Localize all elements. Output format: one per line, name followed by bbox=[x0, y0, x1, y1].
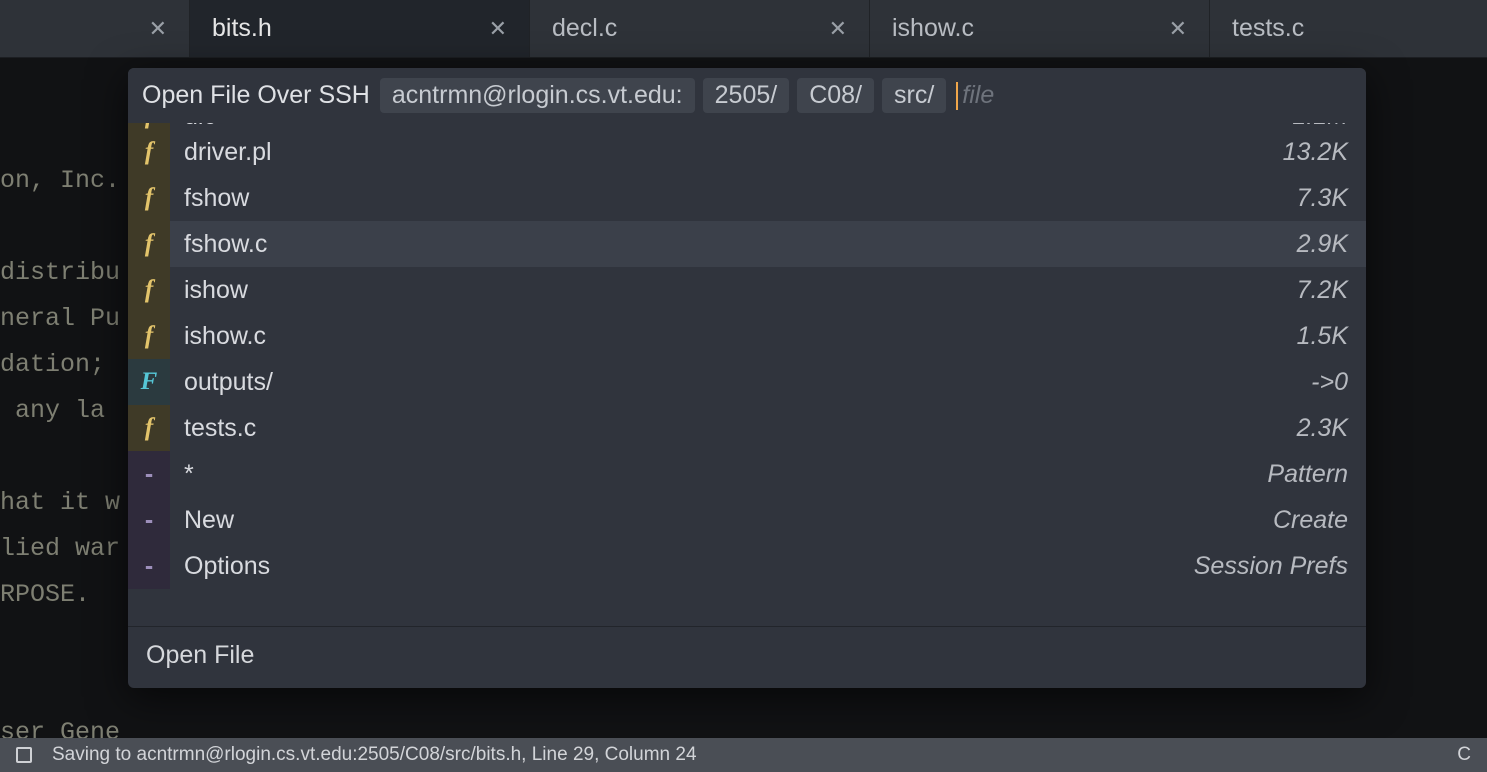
file-name: ishow.c bbox=[170, 322, 1297, 351]
file-kind-icon: - bbox=[128, 543, 170, 589]
file-meta: ->0 bbox=[1311, 368, 1366, 397]
file-name: New bbox=[170, 506, 1273, 535]
file-kind-icon: - bbox=[128, 497, 170, 543]
status-checkbox[interactable] bbox=[16, 747, 32, 763]
file-list-item[interactable]: fdlc1.1M bbox=[128, 123, 1366, 129]
tab[interactable]: decl.c ✕ bbox=[530, 0, 870, 57]
file-list-item[interactable]: -NewCreate bbox=[128, 497, 1366, 543]
file-name: Options bbox=[170, 552, 1194, 581]
close-icon[interactable]: ✕ bbox=[1169, 18, 1187, 40]
file-meta: 13.2K bbox=[1283, 138, 1366, 167]
file-kind-icon: f bbox=[128, 221, 170, 267]
file-name: * bbox=[170, 460, 1267, 489]
tab-label: ishow.c bbox=[892, 14, 974, 43]
file-list-item[interactable]: ftests.c2.3K bbox=[128, 405, 1366, 451]
tab-bar: ✕ bits.h ✕ decl.c ✕ ishow.c ✕ tests.c✕ bbox=[0, 0, 1487, 58]
tab-label: decl.c bbox=[552, 14, 617, 43]
file-meta: 1.1M bbox=[1292, 123, 1366, 131]
file-list-item[interactable]: ffshow.c2.9K bbox=[128, 221, 1366, 267]
breadcrumb-segment[interactable]: acntrmn@rlogin.cs.vt.edu: bbox=[380, 78, 695, 113]
file-kind-icon: f bbox=[128, 405, 170, 451]
tab-label: bits.h bbox=[212, 14, 272, 43]
file-name: outputs/ bbox=[170, 368, 1311, 397]
panel-title: Open File Over SSH bbox=[142, 81, 370, 110]
file-name: dlc bbox=[170, 123, 1292, 131]
text-caret bbox=[956, 82, 958, 110]
file-meta: 2.9K bbox=[1297, 230, 1366, 259]
file-meta: 7.2K bbox=[1297, 276, 1366, 305]
file-meta: 2.3K bbox=[1297, 414, 1366, 443]
status-message: Saving to acntrmn@rlogin.cs.vt.edu:2505/… bbox=[52, 744, 697, 766]
file-list-item[interactable]: fishow.c1.5K bbox=[128, 313, 1366, 359]
file-list-item[interactable]: ffshow7.3K bbox=[128, 175, 1366, 221]
file-kind-icon: f bbox=[128, 267, 170, 313]
filename-input[interactable]: file bbox=[956, 81, 1352, 110]
file-kind-icon: f bbox=[128, 175, 170, 221]
file-meta: Pattern bbox=[1267, 460, 1366, 489]
file-name: fshow bbox=[170, 184, 1297, 213]
file-kind-icon: F bbox=[128, 359, 170, 405]
tab[interactable]: ishow.c ✕ bbox=[870, 0, 1210, 57]
tab[interactable]: bits.h ✕ bbox=[190, 0, 530, 57]
file-kind-icon: f bbox=[128, 313, 170, 359]
tab[interactable]: ✕ bbox=[0, 0, 190, 57]
status-bar: Saving to acntrmn@rlogin.cs.vt.edu:2505/… bbox=[0, 738, 1487, 772]
file-meta: Create bbox=[1273, 506, 1366, 535]
file-name: tests.c bbox=[170, 414, 1297, 443]
panel-prompt: Open File Over SSH acntrmn@rlogin.cs.vt.… bbox=[128, 68, 1366, 123]
file-list-item[interactable]: -OptionsSession Prefs bbox=[128, 543, 1366, 589]
close-icon[interactable]: ✕ bbox=[149, 18, 167, 40]
tab-label: tests.c bbox=[1232, 14, 1304, 43]
breadcrumb-segment[interactable]: C08/ bbox=[797, 78, 874, 113]
close-icon[interactable]: ✕ bbox=[489, 18, 507, 40]
panel-footer: Open File bbox=[128, 626, 1366, 688]
close-icon[interactable]: ✕ bbox=[829, 18, 847, 40]
file-list-item[interactable]: -*Pattern bbox=[128, 451, 1366, 497]
file-list: fdlc1.1Mfdriver.pl13.2Kffshow7.3Kffshow.… bbox=[128, 123, 1366, 626]
file-meta: Session Prefs bbox=[1194, 552, 1366, 581]
file-meta: 7.3K bbox=[1297, 184, 1366, 213]
open-file-panel: Open File Over SSH acntrmn@rlogin.cs.vt.… bbox=[128, 68, 1366, 688]
file-name: fshow.c bbox=[170, 230, 1297, 259]
breadcrumb: acntrmn@rlogin.cs.vt.edu:2505/C08/src/ bbox=[380, 78, 946, 113]
file-name: ishow bbox=[170, 276, 1297, 305]
tab[interactable]: tests.c✕ bbox=[1210, 0, 1487, 57]
filename-placeholder: file bbox=[962, 81, 994, 110]
file-kind-icon: f bbox=[128, 129, 170, 175]
file-list-item[interactable]: fishow7.2K bbox=[128, 267, 1366, 313]
file-meta: 1.5K bbox=[1297, 322, 1366, 351]
status-language: C bbox=[1457, 744, 1471, 766]
file-name: driver.pl bbox=[170, 138, 1283, 167]
breadcrumb-segment[interactable]: 2505/ bbox=[703, 78, 790, 113]
breadcrumb-segment[interactable]: src/ bbox=[882, 78, 946, 113]
file-list-item[interactable]: Foutputs/->0 bbox=[128, 359, 1366, 405]
file-list-item[interactable]: fdriver.pl13.2K bbox=[128, 129, 1366, 175]
file-kind-icon: - bbox=[128, 451, 170, 497]
